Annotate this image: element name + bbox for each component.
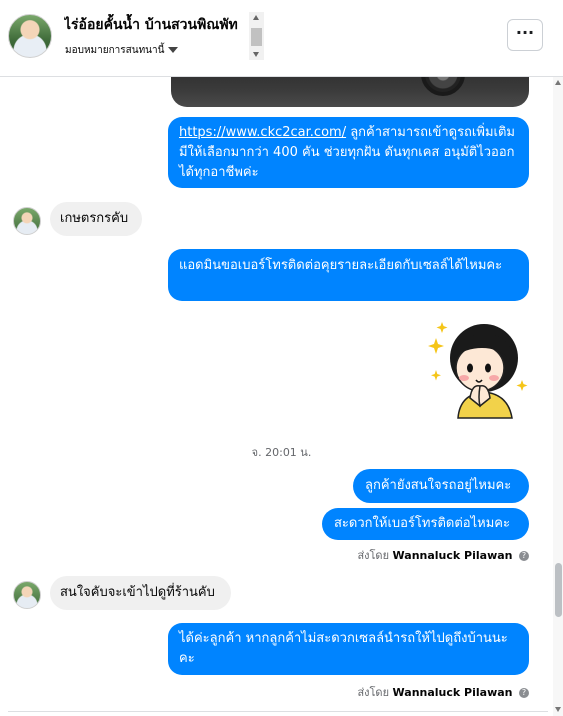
sent-by-prefix: ส่งโดย — [357, 686, 390, 699]
sparkle-icon — [428, 338, 444, 354]
scroll-up-arrow-icon[interactable] — [253, 15, 259, 20]
scroll-down-arrow-icon[interactable] — [253, 52, 259, 57]
outgoing-message-5: ได้ค่ะลูกค้า หากลูกค้าไม่สะดวกเซลล์นำรถใ… — [168, 623, 529, 675]
contact-avatar[interactable] — [13, 581, 41, 609]
info-icon[interactable]: ? — [519, 551, 529, 561]
incoming-message-2: สนใจคับจะเข้าไปดูที่ร้านคับ — [50, 576, 231, 610]
scroll-up-arrow-icon[interactable] — [555, 80, 561, 85]
more-options-button[interactable]: ··· — [507, 19, 543, 51]
girl-sticker-icon — [428, 322, 528, 419]
info-icon[interactable]: ? — [519, 688, 529, 698]
scrollbar-thumb[interactable] — [555, 563, 562, 617]
outgoing-message-2: แอดมินขอเบอร์โทรติดต่อคุยรายละเอียดกับเซ… — [168, 249, 529, 301]
incoming-message-1: เกษตรกรคับ — [50, 202, 142, 236]
assign-conversation-dropdown[interactable]: มอบหมายการสนทนานี้ — [65, 43, 179, 58]
outgoing-message-3: ลูกค้ายังสนใจรถอยู่ไหมคะ — [353, 469, 529, 503]
sender-name[interactable]: Wannaluck Pilawan — [393, 549, 513, 562]
message-timestamp: จ. 20:01 น. — [251, 446, 312, 459]
scrollbar-thumb[interactable] — [251, 28, 262, 46]
website-link[interactable]: https://www.ckc2car.com/ — [179, 125, 346, 140]
sent-by-label: ส่งโดย Wannaluck Pilawan ? — [357, 546, 529, 564]
sent-by-label: ส่งโดย Wannaluck Pilawan ? — [357, 683, 529, 701]
contact-avatar-large[interactable] — [8, 14, 52, 58]
sparkle-icon — [436, 322, 448, 333]
sent-by-prefix: ส่งโดย — [357, 549, 390, 562]
conversation-page: https://www.ckc2car.com/ ลูกค้าสามารถเข้… — [0, 0, 563, 716]
contact-avatar[interactable] — [13, 207, 41, 235]
composer-divider — [8, 711, 548, 712]
conversation-scrollbar[interactable] — [553, 76, 563, 716]
assign-conversation-label: มอบหมายการสนทนานี้ — [65, 45, 165, 56]
contact-name[interactable]: ไร่อ้อยคั้นน้ำ บ้านสวนพิณพัท — [64, 14, 250, 36]
sender-name[interactable]: Wannaluck Pilawan — [393, 686, 513, 699]
scroll-down-arrow-icon[interactable] — [555, 707, 561, 712]
sparkle-icon — [431, 370, 441, 381]
conversation-header: ไร่อ้อยคั้นน้ำ บ้านสวนพิณพัท มอบหมายการส… — [0, 0, 563, 77]
outgoing-message-4: สะดวกให้เบอร์โทรติดต่อไหมคะ — [322, 508, 529, 540]
outgoing-message-1: https://www.ckc2car.com/ ลูกค้าสามารถเข้… — [168, 117, 529, 188]
name-scrollbar[interactable] — [249, 12, 264, 60]
caret-down-icon — [168, 47, 179, 53]
sparkle-icon — [516, 380, 528, 391]
